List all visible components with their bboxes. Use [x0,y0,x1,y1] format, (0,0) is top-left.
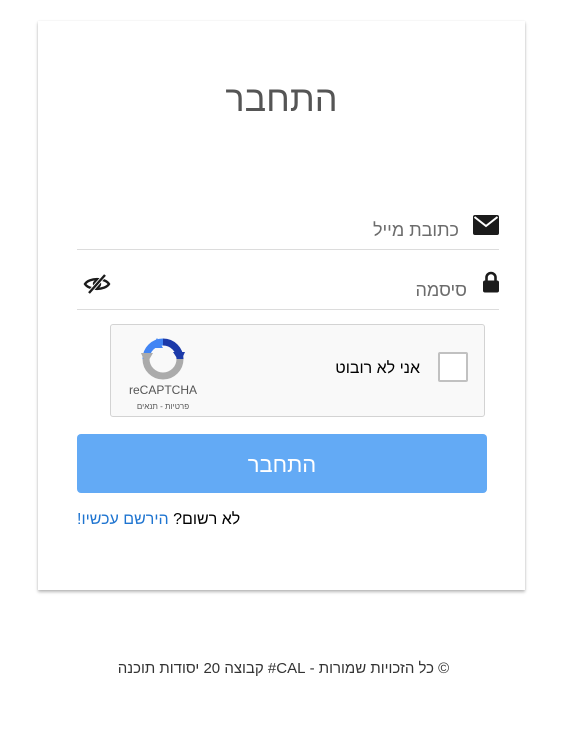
eye-slash-icon[interactable] [83,273,111,300]
email-field-wrapper [77,213,499,250]
recaptcha-checkbox[interactable] [438,352,468,382]
recaptcha-terms-links[interactable]: פרטיות - תנאים [111,402,215,411]
register-prompt-text: לא רשום? [173,511,241,528]
lock-icon [483,271,499,298]
envelope-icon [473,215,499,240]
email-field[interactable] [159,213,459,247]
password-field-wrapper [77,271,499,310]
register-link[interactable]: הירשם עכשיו! [77,511,169,528]
recaptcha-widget: אני לא רובוט reCAPTCHA פרטיות - תנאים [110,324,485,417]
recaptcha-brand: reCAPTCHA [128,383,197,397]
recaptcha-logo-icon [139,338,187,385]
password-field[interactable] [167,273,467,307]
register-prompt: לא רשום? הירשם עכשיו! [77,511,240,529]
recaptcha-checkbox-label: אני לא רובוט [335,360,420,377]
page-title: התחבר [225,78,338,119]
footer-copyright: © כל הזכויות שמורות - CAL# קבוצה 20 יסוד… [117,660,450,677]
login-card: התחבר אני [38,21,525,590]
login-submit-button[interactable]: התחבר [77,434,487,493]
